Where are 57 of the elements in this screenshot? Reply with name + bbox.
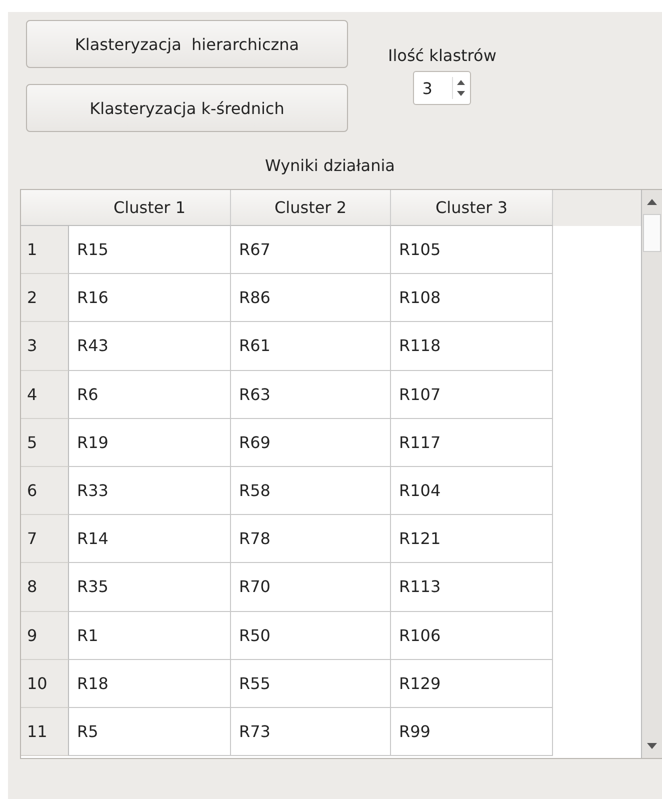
table-cell: R113 — [391, 563, 553, 612]
table-cell: R73 — [231, 708, 391, 756]
row-header[interactable]: 11 — [21, 708, 69, 756]
table-cell: R70 — [231, 563, 391, 612]
row-header[interactable]: 2 — [21, 274, 69, 322]
results-title: Wyniki działania — [264, 156, 396, 175]
scroll-down-icon[interactable] — [646, 742, 658, 750]
table-cell: R99 — [391, 708, 553, 756]
table-cell: R107 — [391, 370, 553, 419]
table-cell: R43 — [69, 322, 231, 371]
cluster-count-spinbox[interactable]: 3 — [413, 71, 472, 105]
table-cell: R15 — [69, 226, 231, 274]
row-header[interactable]: 5 — [21, 418, 69, 467]
table-cell: R121 — [391, 515, 553, 564]
vertical-scrollbar[interactable] — [641, 190, 662, 758]
table-cell: R33 — [69, 466, 231, 516]
table-cell: R50 — [231, 612, 391, 660]
row-header[interactable]: 7 — [21, 515, 69, 564]
table-cell: R58 — [231, 466, 391, 516]
table-cell: R16 — [69, 274, 231, 322]
table-cell: R1 — [69, 612, 231, 660]
table-cell: R6 — [69, 370, 231, 419]
spin-arrows-icon[interactable] — [452, 77, 468, 99]
cluster-count-label: Ilość klastrów — [388, 46, 496, 65]
column-header[interactable]: Cluster 2 — [231, 190, 391, 226]
table-cell: R19 — [69, 418, 231, 467]
table-cell: R67 — [231, 226, 391, 274]
row-header[interactable]: 4 — [21, 370, 69, 419]
table-cell: R69 — [231, 418, 391, 467]
table-cell: R35 — [69, 563, 231, 612]
table-cell: R78 — [231, 515, 391, 564]
row-header[interactable]: 8 — [21, 563, 69, 612]
table-cell: R104 — [391, 466, 553, 516]
table-cell: R18 — [69, 660, 231, 708]
row-header[interactable]: 1 — [21, 226, 69, 274]
table-cell: R55 — [231, 660, 391, 708]
table-cell: R117 — [391, 418, 553, 467]
table-cell: R86 — [231, 274, 391, 322]
scroll-up-icon[interactable] — [646, 198, 658, 206]
table-cell: R105 — [391, 226, 553, 274]
table-cell: R106 — [391, 612, 553, 660]
table-cell: R14 — [69, 515, 231, 564]
row-header[interactable]: 9 — [21, 612, 69, 660]
cluster-button[interactable]: Klasteryzacja hierarchiczna — [26, 20, 348, 68]
table-cell: R63 — [231, 370, 391, 419]
row-header[interactable]: 6 — [21, 466, 69, 516]
scrollbar-thumb[interactable] — [643, 214, 661, 252]
table-cell: R129 — [391, 660, 553, 708]
row-header[interactable]: 10 — [21, 660, 69, 708]
table-cell: R5 — [69, 708, 231, 756]
column-header[interactable]: Cluster 3 — [391, 190, 553, 226]
table-cell: R61 — [231, 322, 391, 371]
table-cell: R108 — [391, 274, 553, 322]
column-header[interactable]: Cluster 1 — [69, 190, 231, 226]
table-cell: R118 — [391, 322, 553, 371]
row-header[interactable]: 3 — [21, 322, 69, 371]
cluster-button[interactable]: Klasteryzacja k-średnich — [26, 84, 348, 132]
